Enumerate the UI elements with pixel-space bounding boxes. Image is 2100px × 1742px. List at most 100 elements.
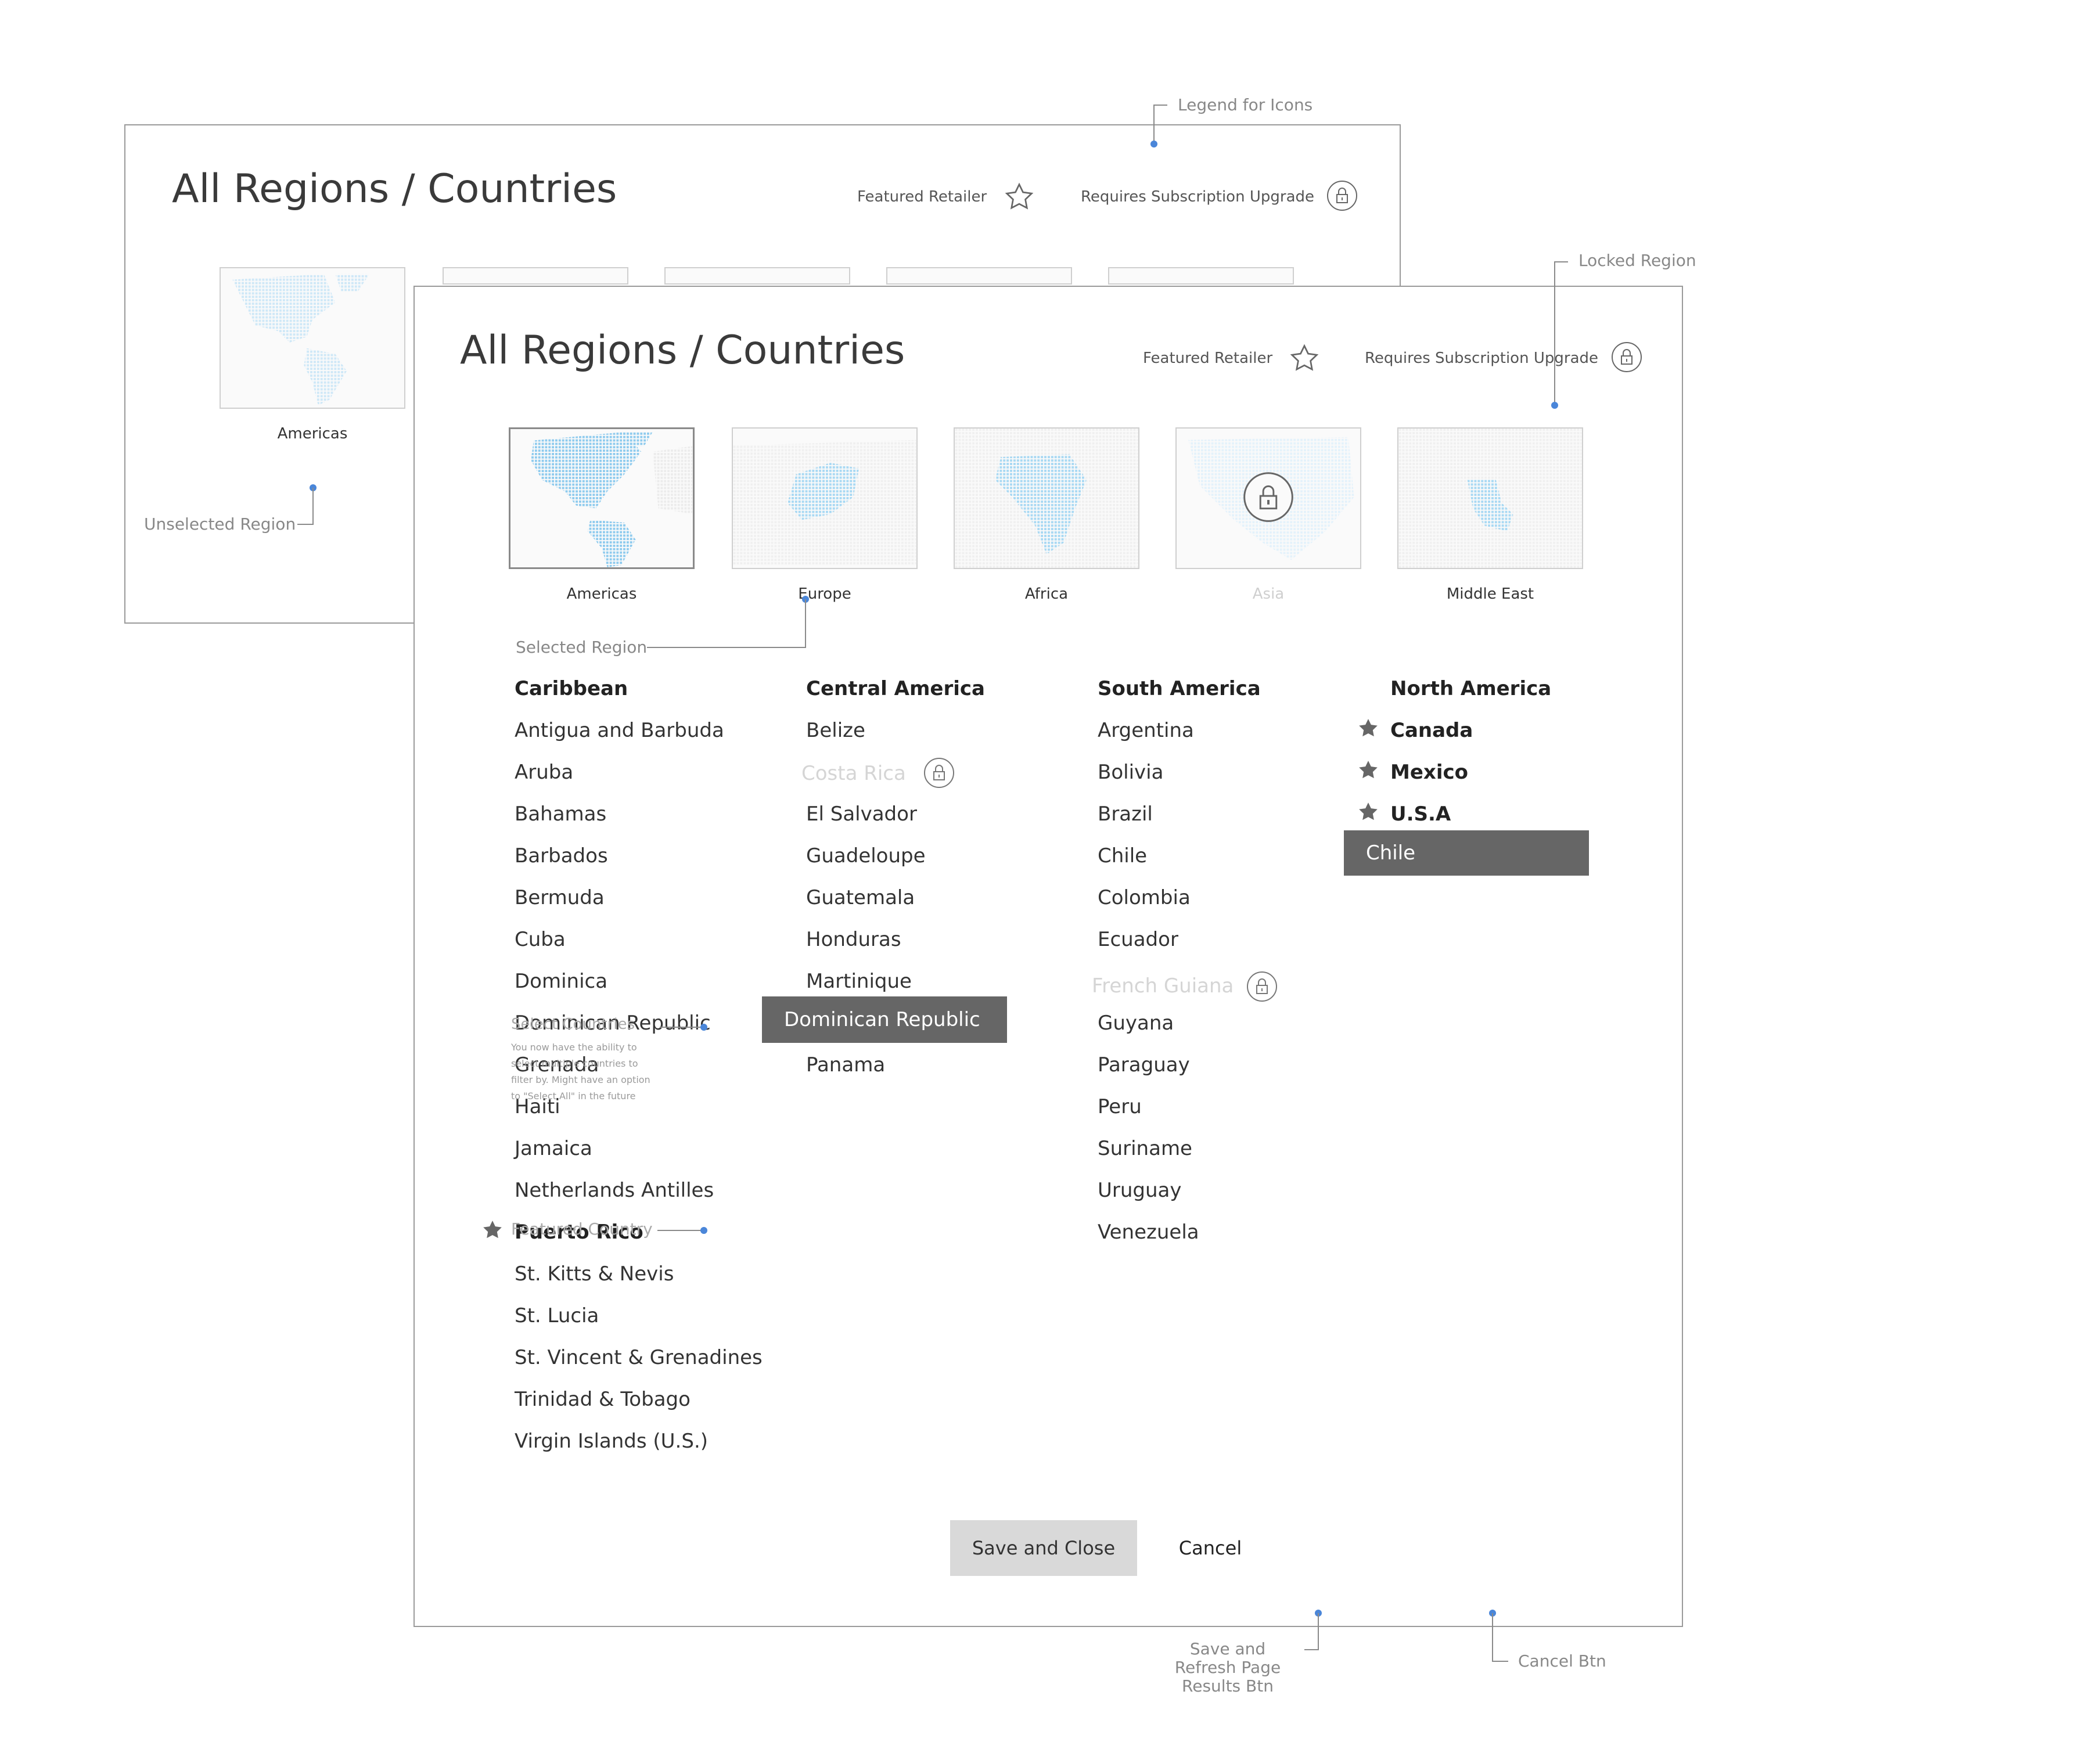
country-item[interactable]: Honduras [806, 928, 901, 951]
column-heading-caribbean: Caribbean [515, 677, 628, 700]
annotation-dot [1150, 141, 1157, 147]
country-item-featured[interactable]: Canada [1390, 719, 1473, 742]
annotation-line [1554, 261, 1568, 262]
country-item[interactable]: St. Kitts & Nevis [515, 1262, 674, 1286]
country-item[interactable]: Suriname [1098, 1137, 1192, 1160]
annotation-line [1153, 105, 1155, 143]
country-item[interactable]: Virgin Islands (U.S.) [515, 1430, 708, 1453]
country-item[interactable]: Cuba [515, 928, 566, 951]
back-region-tile-americas[interactable] [220, 267, 405, 409]
country-item[interactable]: Netherlands Antilles [515, 1179, 714, 1202]
region-label-europe: Europe [798, 585, 851, 603]
country-item[interactable]: Colombia [1098, 886, 1191, 909]
lock-icon [1612, 342, 1642, 372]
region-label-asia: Asia [1252, 585, 1285, 603]
country-item[interactable]: St. Vincent & Grenadines [515, 1346, 763, 1369]
lock-icon [1247, 971, 1277, 1002]
region-tile-asia [1175, 427, 1361, 569]
featured-star-icon [1359, 761, 1378, 779]
country-item[interactable]: El Salvador [806, 802, 917, 826]
annotation-cancel-btn: Cancel Btn [1518, 1651, 1606, 1671]
annotation-featured-country: Featured Country [511, 1219, 653, 1239]
country-item[interactable]: Trinidad & Tobago [515, 1388, 691, 1411]
country-item[interactable]: Paraguay [1098, 1053, 1190, 1077]
country-item[interactable]: Jamaica [515, 1137, 592, 1160]
column-heading-central-america: Central America [806, 677, 985, 700]
region-tile-americas[interactable] [509, 427, 695, 569]
country-item[interactable]: St. Lucia [515, 1304, 599, 1327]
featured-star-icon [1359, 719, 1378, 737]
back-region-label: Americas [277, 425, 348, 442]
annotation-select-countries-note: You now have the ability to select multi… [511, 1042, 650, 1102]
region-label-africa: Africa [1024, 585, 1069, 603]
annotation-line [1554, 261, 1555, 404]
country-item[interactable]: Aruba [515, 761, 573, 784]
back-region-tile-2[interactable] [443, 267, 628, 285]
country-item[interactable]: Uruguay [1098, 1179, 1182, 1202]
cancel-button[interactable]: Cancel [1164, 1520, 1257, 1576]
country-item[interactable]: Brazil [1098, 802, 1153, 826]
featured-star-icon [1359, 802, 1378, 820]
country-item-featured[interactable]: U.S.A [1390, 802, 1451, 826]
column-heading-north-america: North America [1390, 677, 1552, 700]
annotation-unselected-region: Unselected Region [144, 514, 296, 534]
country-item-highlighted[interactable]: Chile [1344, 830, 1589, 876]
country-item[interactable]: Guyana [1098, 1012, 1174, 1035]
back-region-tile-4[interactable] [886, 267, 1072, 285]
annotation-line [647, 647, 806, 648]
country-item[interactable]: Bermuda [515, 886, 605, 909]
country-item[interactable]: Panama [806, 1053, 885, 1077]
country-item-featured[interactable]: Mexico [1390, 761, 1468, 784]
annotation-legend-for-icons: Legend for Icons [1178, 95, 1313, 114]
annotation-line [1304, 1649, 1319, 1650]
annotation-save-btn: Save and Refresh Page Results Btn [1174, 1639, 1281, 1696]
back-region-tile-3[interactable] [664, 267, 850, 285]
annotation-line [312, 488, 314, 525]
country-item-highlighted[interactable]: Dominican Republic [762, 996, 1007, 1043]
modal-panel: All Regions / Countries Featured Retaile… [413, 286, 1683, 1627]
annotation-line [297, 524, 314, 525]
annotation-select-countries-title: Select Countries [511, 1016, 635, 1033]
country-item[interactable]: Peru [1098, 1095, 1142, 1118]
region-tile-middle-east[interactable] [1397, 427, 1583, 569]
annotation-line [1153, 105, 1167, 106]
annotation-line [657, 1230, 702, 1231]
featured-star-icon [483, 1221, 502, 1239]
country-item[interactable]: Ecuador [1098, 928, 1178, 951]
annotation-selected-region: Selected Region [516, 638, 648, 657]
region-tile-europe[interactable] [732, 427, 918, 569]
country-item[interactable]: Venezuela [1098, 1221, 1199, 1244]
region-label-americas: Americas [566, 585, 637, 603]
legend-featured-label: Featured Retailer [857, 188, 987, 206]
save-and-close-button[interactable]: Save and Close [950, 1520, 1137, 1576]
country-item[interactable]: Chile [1098, 844, 1147, 868]
modal-title: All Regions / Countries [460, 327, 905, 373]
lock-icon [1327, 181, 1357, 211]
annotation-dot [700, 1024, 707, 1031]
country-item[interactable]: Bolivia [1098, 761, 1163, 784]
star-icon [1005, 182, 1034, 210]
country-item[interactable]: Guatemala [806, 886, 915, 909]
country-item[interactable]: Guadeloupe [806, 844, 926, 868]
annotation-line [1318, 1613, 1319, 1650]
region-tile-africa[interactable] [954, 427, 1139, 569]
country-item[interactable]: Martinique [806, 970, 912, 993]
region-label-middle-east: Middle East [1446, 585, 1534, 603]
country-item[interactable]: Barbados [515, 844, 608, 868]
star-icon [1290, 344, 1319, 371]
country-item-locked: French Guiana [1092, 974, 1234, 998]
lock-icon [924, 758, 954, 788]
country-item[interactable]: Belize [806, 719, 865, 742]
back-region-tile-5[interactable] [1108, 267, 1294, 285]
annotation-line [1492, 1613, 1493, 1662]
legend-featured-label: Featured Retailer [1143, 350, 1273, 367]
annotation-dot [1551, 402, 1558, 409]
column-heading-south-america: South America [1098, 677, 1261, 700]
annotation-line [1492, 1661, 1508, 1662]
annotation-line [805, 599, 806, 648]
country-item[interactable]: Dominica [515, 970, 607, 993]
country-item[interactable]: Antigua and Barbuda [515, 719, 724, 742]
page-title: All Regions / Countries [172, 166, 617, 212]
country-item[interactable]: Bahamas [515, 802, 606, 826]
country-item[interactable]: Argentina [1098, 719, 1194, 742]
